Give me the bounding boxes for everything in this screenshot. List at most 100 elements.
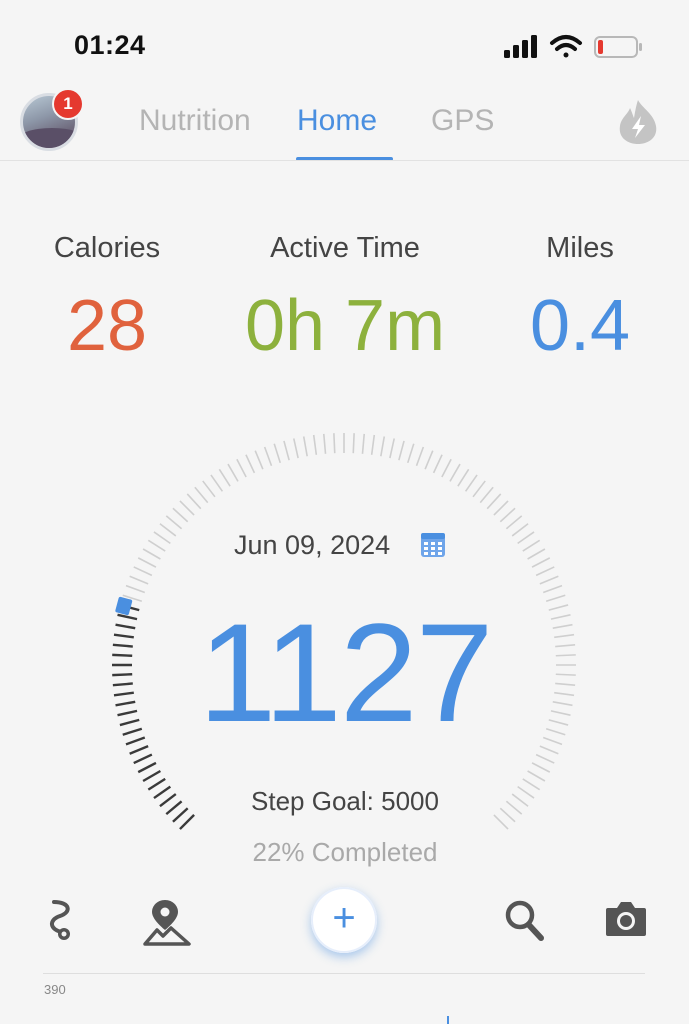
- dial-tick: [245, 454, 256, 474]
- dial-tick: [415, 446, 425, 467]
- route-icon[interactable]: [42, 898, 84, 947]
- dial-tick: [505, 800, 523, 815]
- dial-tick: [142, 769, 162, 783]
- dial-tick: [432, 454, 443, 474]
- dial-tick: [380, 436, 386, 457]
- dial-tick: [113, 633, 134, 639]
- dial-tick: [548, 719, 569, 726]
- dial-tick: [112, 653, 133, 657]
- dial-tick: [172, 807, 189, 823]
- dial-tick: [165, 800, 183, 816]
- add-button[interactable]: +: [311, 887, 377, 953]
- dial-tick: [159, 523, 177, 537]
- dial-tick: [486, 493, 502, 510]
- step-count: 1127: [198, 594, 493, 751]
- dial-tick: [441, 458, 452, 478]
- dial-tick: [129, 575, 149, 585]
- dial-tick: [133, 753, 153, 765]
- dial-tick: [172, 507, 189, 523]
- dial-tick: [179, 814, 195, 830]
- dial-tick: [539, 745, 559, 755]
- date-label[interactable]: Jun 09, 2024: [234, 530, 390, 561]
- dial-tick: [112, 673, 133, 677]
- dial-tick: [125, 584, 146, 594]
- dial-tick: [179, 500, 195, 516]
- dial-tick: [542, 584, 563, 594]
- map-pin-icon[interactable]: [143, 898, 191, 951]
- dial-tick: [227, 463, 239, 482]
- dial-tick: [117, 709, 138, 717]
- dial-tick: [552, 623, 573, 629]
- dial-tick: [283, 440, 290, 461]
- dial-tick: [119, 718, 140, 727]
- progress-marker: [115, 596, 133, 616]
- dial-tick: [531, 762, 551, 773]
- dial-tick: [539, 575, 559, 585]
- chart-axis-tick: [447, 1016, 449, 1024]
- dial-tick: [554, 633, 575, 639]
- dial-tick: [554, 691, 575, 697]
- dial-tick: [542, 736, 563, 746]
- dial-tick: [555, 643, 576, 648]
- dial-tick: [499, 807, 516, 823]
- completed-percent: 22% Completed: [252, 837, 438, 867]
- dial-tick: [115, 700, 136, 707]
- dial-tick: [522, 778, 541, 791]
- dial-tick: [545, 594, 566, 603]
- dial-tick: [147, 777, 166, 791]
- dial-tick: [535, 566, 555, 577]
- camera-icon[interactable]: [604, 898, 648, 943]
- dial-tick: [165, 515, 183, 530]
- dial-tick: [361, 433, 366, 454]
- dial-tick: [194, 486, 209, 504]
- dial-tick: [555, 673, 576, 676]
- dial-tick: [548, 604, 569, 611]
- calendar-icon[interactable]: [420, 530, 446, 563]
- dial-tick: [153, 785, 172, 800]
- dial-tick: [113, 691, 134, 697]
- dial-tick: [527, 770, 546, 782]
- dial-tick: [517, 531, 535, 545]
- dial-tick: [210, 474, 224, 492]
- dial-tick: [511, 793, 529, 807]
- dial-tick: [333, 433, 336, 454]
- dial-tick: [550, 614, 571, 620]
- dial-tick: [159, 793, 177, 808]
- dial-tick: [273, 443, 282, 464]
- search-icon[interactable]: [503, 898, 545, 947]
- dial-tick: [398, 440, 405, 461]
- dial-tick: [370, 434, 376, 455]
- dial-tick: [236, 458, 247, 478]
- dial-tick: [552, 701, 573, 707]
- dial-tick: [535, 753, 555, 764]
- dial-tick: [531, 557, 551, 568]
- dial-tick: [352, 433, 355, 454]
- dial-tick: [186, 493, 202, 510]
- dial-tick: [293, 438, 299, 459]
- add-icon: +: [332, 896, 356, 940]
- dial-tick: [457, 468, 470, 487]
- dial-tick: [493, 500, 509, 516]
- dial-tick: [117, 613, 138, 621]
- dial-tick: [472, 480, 486, 498]
- dial-tick: [112, 643, 133, 648]
- dial-tick: [133, 566, 153, 577]
- dial-tick: [153, 531, 171, 545]
- dial-tick: [511, 523, 529, 537]
- dial-tick: [218, 468, 231, 487]
- dial-tick: [147, 539, 166, 552]
- dial-tick: [129, 745, 149, 755]
- dial-tick: [202, 480, 216, 498]
- dial-tick: [302, 436, 308, 457]
- dial-tick: [522, 539, 541, 552]
- dial-tick: [322, 433, 327, 454]
- dial-tick: [555, 654, 576, 657]
- chart-divider: [43, 973, 645, 974]
- dial-tick: [389, 438, 395, 459]
- dial-tick: [555, 682, 576, 687]
- dial-tick: [493, 814, 509, 830]
- dial-tick: [312, 434, 318, 455]
- dial-tick: [479, 486, 494, 504]
- dial-tick: [406, 443, 415, 464]
- dial-tick: [254, 450, 264, 470]
